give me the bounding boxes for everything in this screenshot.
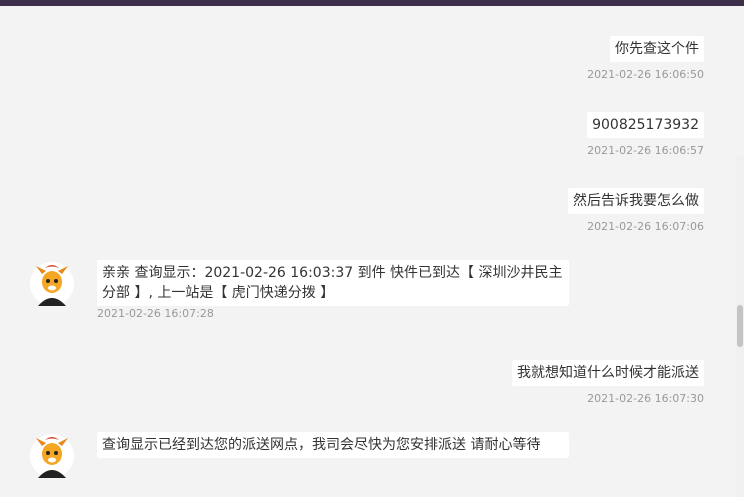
message-bubble: 亲亲 查询显示：2021-02-26 16:03:37 到件 快件已到达【 深圳… xyxy=(97,260,569,306)
message-bubble: 查询显示已经到达您的派送网点，我司会尽快为您安排派送 请耐心等待 xyxy=(97,432,569,458)
agent-avatar-icon xyxy=(30,434,74,478)
message-bubble: 900825173932 xyxy=(587,112,704,138)
message-incoming: 查询显示已经到达您的派送网点，我司会尽快为您安排派送 请耐心等待 xyxy=(28,432,569,478)
message-outgoing: 你先查这个件 2021-02-26 16:06:50 xyxy=(587,36,704,82)
message-incoming: 亲亲 查询显示：2021-02-26 16:03:37 到件 快件已到达【 深圳… xyxy=(28,260,569,321)
message-timestamp: 2021-02-26 16:06:57 xyxy=(587,144,704,157)
message-timestamp: 2021-02-26 16:06:50 xyxy=(587,68,704,81)
message-bubble: 我就想知道什么时候才能派送 xyxy=(512,360,704,386)
message-bubble: 你先查这个件 xyxy=(610,36,704,62)
message-outgoing: 我就想知道什么时候才能派送 2021-02-26 16:07:30 xyxy=(512,360,704,406)
message-timestamp: 2021-02-26 16:07:06 xyxy=(587,220,704,233)
message-outgoing: 900825173932 2021-02-26 16:06:57 xyxy=(587,112,704,158)
message-timestamp: 2021-02-26 16:07:28 xyxy=(97,307,214,320)
agent-avatar-icon xyxy=(30,262,74,306)
message-outgoing: 然后告诉我要怎么做 2021-02-26 16:07:06 xyxy=(568,188,704,234)
scrollbar-thumb[interactable] xyxy=(737,305,743,347)
chat-history[interactable]: 你先查这个件 2021-02-26 16:06:50 900825173932 … xyxy=(0,6,736,497)
message-bubble: 然后告诉我要怎么做 xyxy=(568,188,704,214)
message-timestamp: 2021-02-26 16:07:30 xyxy=(587,392,704,405)
